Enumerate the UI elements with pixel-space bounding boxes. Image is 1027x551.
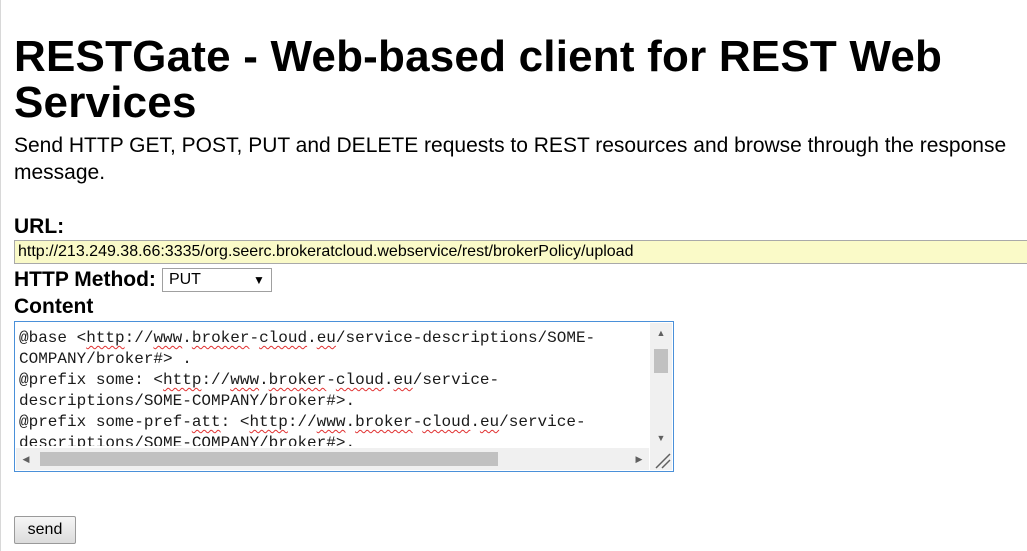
horizontal-scrollbar[interactable]: ◀ ▶ — [16, 448, 649, 470]
http-method-row: HTTP Method: PUT ▼ — [14, 267, 1027, 293]
content-text[interactable]: @base <http://www.broker-cloud.eu/servic… — [19, 328, 647, 446]
scroll-down-icon[interactable]: ▼ — [650, 430, 672, 446]
scroll-left-icon[interactable]: ◀ — [18, 448, 34, 470]
url-label: URL: — [14, 215, 65, 238]
content-label: Content — [14, 295, 94, 318]
vertical-scroll-thumb[interactable] — [654, 349, 668, 373]
http-method-label: HTTP Method: — [14, 268, 156, 291]
content-textarea[interactable]: @base <http://www.broker-cloud.eu/servic… — [14, 321, 674, 472]
http-method-select[interactable]: PUT ▼ — [161, 268, 272, 292]
scroll-right-icon[interactable]: ▶ — [631, 448, 647, 470]
chevron-down-icon: ▼ — [253, 273, 265, 287]
content-line: descriptions/SOME-COMPANY/broker#>. — [19, 392, 356, 410]
page-title: RESTGate - Web-based client for REST Web… — [14, 32, 943, 127]
content-line: COMPANY/broker#> . — [19, 350, 192, 368]
content-line: @prefix some-pref-att: <http://www.broke… — [19, 413, 586, 431]
http-method-value: PUT — [168, 271, 201, 288]
content-line: @prefix some: <http://www.broker-cloud.e… — [19, 371, 500, 389]
horizontal-scroll-thumb[interactable] — [40, 452, 498, 466]
url-input[interactable] — [14, 240, 1027, 264]
scroll-up-icon[interactable]: ▲ — [650, 325, 672, 341]
page-left-border — [0, 0, 1, 551]
resize-handle-icon[interactable] — [650, 448, 672, 470]
send-button[interactable]: send — [14, 516, 76, 544]
content-line: descriptions/SOME-COMPANY/broker#>. — [19, 434, 356, 446]
page-subtitle: Send HTTP GET, POST, PUT and DELETE requ… — [14, 134, 1007, 184]
page-content: RESTGate - Web-based client for REST Web… — [14, 0, 1027, 544]
vertical-scrollbar[interactable]: ▲ ▼ — [650, 323, 672, 448]
content-line: @base <http://www.broker-cloud.eu/servic… — [19, 329, 596, 347]
